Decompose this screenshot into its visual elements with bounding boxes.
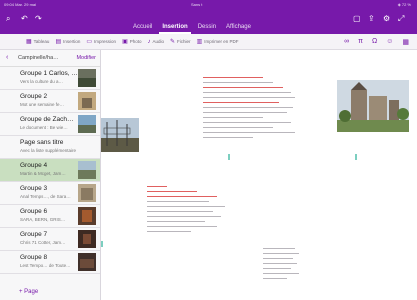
pdf-icon: ▥ [196,39,203,45]
tab-affichage[interactable]: Affichage [223,22,254,34]
tab-dessin[interactable]: Dessin [195,22,219,34]
list-item[interactable]: Groupe 4 Martin & Mcget, Jam… [0,159,100,182]
calendar-icon[interactable]: ▦ [402,38,409,46]
page-thumbnail [78,92,96,110]
page-list-panel: ‹ Campinelle/ha… Modifier Groupe 1 Carlo… [0,50,101,300]
ribbon-insert-button[interactable]: ▤ Insertion [55,38,80,45]
page-thumbnail [78,69,96,87]
document-page [263,246,303,294]
insert-icon: ▤ [55,39,62,45]
search-icon[interactable]: ⌕ [6,15,10,23]
section-title: Campinelle/ha… [18,55,59,61]
ribbon-file-button[interactable]: ✎ Fichier [170,38,191,45]
status-time: 09:04 Mar. 29 mai [4,2,37,7]
note-canvas[interactable] [101,50,417,300]
equation-icon[interactable]: π [358,38,363,46]
resize-handle[interactable] [355,154,357,160]
edit-button[interactable]: Modifier [76,55,96,61]
page-thumbnail [78,161,96,179]
app-header: 09:04 Mar. 29 mai Sans t ◈ 72 % ⌕ ↶ ↷ Ac… [0,0,417,34]
embedded-photo[interactable] [101,118,139,152]
table-icon: ▦ [26,39,32,45]
settings-icon[interactable]: ⚙ [383,15,390,23]
page-thumbnail [78,230,96,248]
list-item[interactable]: Groupe 1 Carlos, … Vers la culture du a… [0,67,100,90]
page-thumbnail [78,253,96,271]
resize-handle[interactable] [228,154,230,160]
attachment-icon: ✎ [170,39,176,45]
section-header: ‹ Campinelle/ha… Modifier [0,50,100,67]
list-item[interactable]: Groupe 2 Mot une semaine fe… [0,90,100,113]
photo-icon: ▣ [122,39,128,45]
battery-status: ◈ 72 % [397,2,411,7]
page-thumbnail [78,184,96,202]
list-item[interactable]: Groupe 7 Chris 71 Cotter, Jam… [0,228,100,251]
tab-accueil[interactable]: Accueil [130,22,155,34]
ribbon-printout-button[interactable]: ▭ Impression [86,38,116,45]
list-item[interactable]: Groupe 8 Lest Tempo… de Toute… [0,251,100,274]
embedded-photo[interactable] [337,80,409,132]
tab-insertion[interactable]: Insertion [159,22,191,34]
page-thumbnail [78,207,96,225]
undo-icon[interactable]: ↶ [21,15,28,23]
ribbon-photo-button[interactable]: ▣ Photo [122,38,141,45]
ribbon-audio-button[interactable]: ♪ Audio [148,39,165,45]
notifications-icon[interactable]: ▢ [353,15,361,23]
document-page [203,75,299,160]
audio-icon: ♪ [147,38,151,45]
document-page [147,184,229,254]
list-item[interactable]: Page sans titre Avec la liste supplément… [0,136,100,159]
ribbon-tabs: Accueil Insertion Dessin Affichage [130,22,254,34]
redo-icon[interactable]: ↷ [35,15,42,23]
list-item[interactable]: Groupe 3 Anal Temps…, de Sara… [0,182,100,205]
add-page-button[interactable]: + Page [19,289,38,295]
page-thumbnail [78,115,96,133]
list-item[interactable]: Groupe 6 SARA, BERN, GRIS… [0,205,100,228]
link-icon[interactable]: ∞ [344,38,349,46]
ribbon-extra-tools: ∞ π Ω ☺ ▦ [344,38,409,46]
sticker-icon[interactable]: ☺ [386,38,393,46]
resize-handle[interactable] [101,241,103,247]
symbol-icon[interactable]: Ω [372,38,377,46]
ribbon-table-button[interactable]: ▦ Tableau [26,38,49,45]
printout-icon: ▭ [86,39,93,45]
fullscreen-icon[interactable]: ⤢ [398,15,404,23]
notebook-title: Sans t [191,2,203,7]
back-icon[interactable]: ‹ [6,54,8,61]
share-icon[interactable]: ⇪ [368,15,375,23]
list-item[interactable]: Groupe de Zach… Le document : Be wie… [0,113,100,136]
ribbon-pdf-button[interactable]: ▥ Imprimer en PDF [197,38,239,45]
